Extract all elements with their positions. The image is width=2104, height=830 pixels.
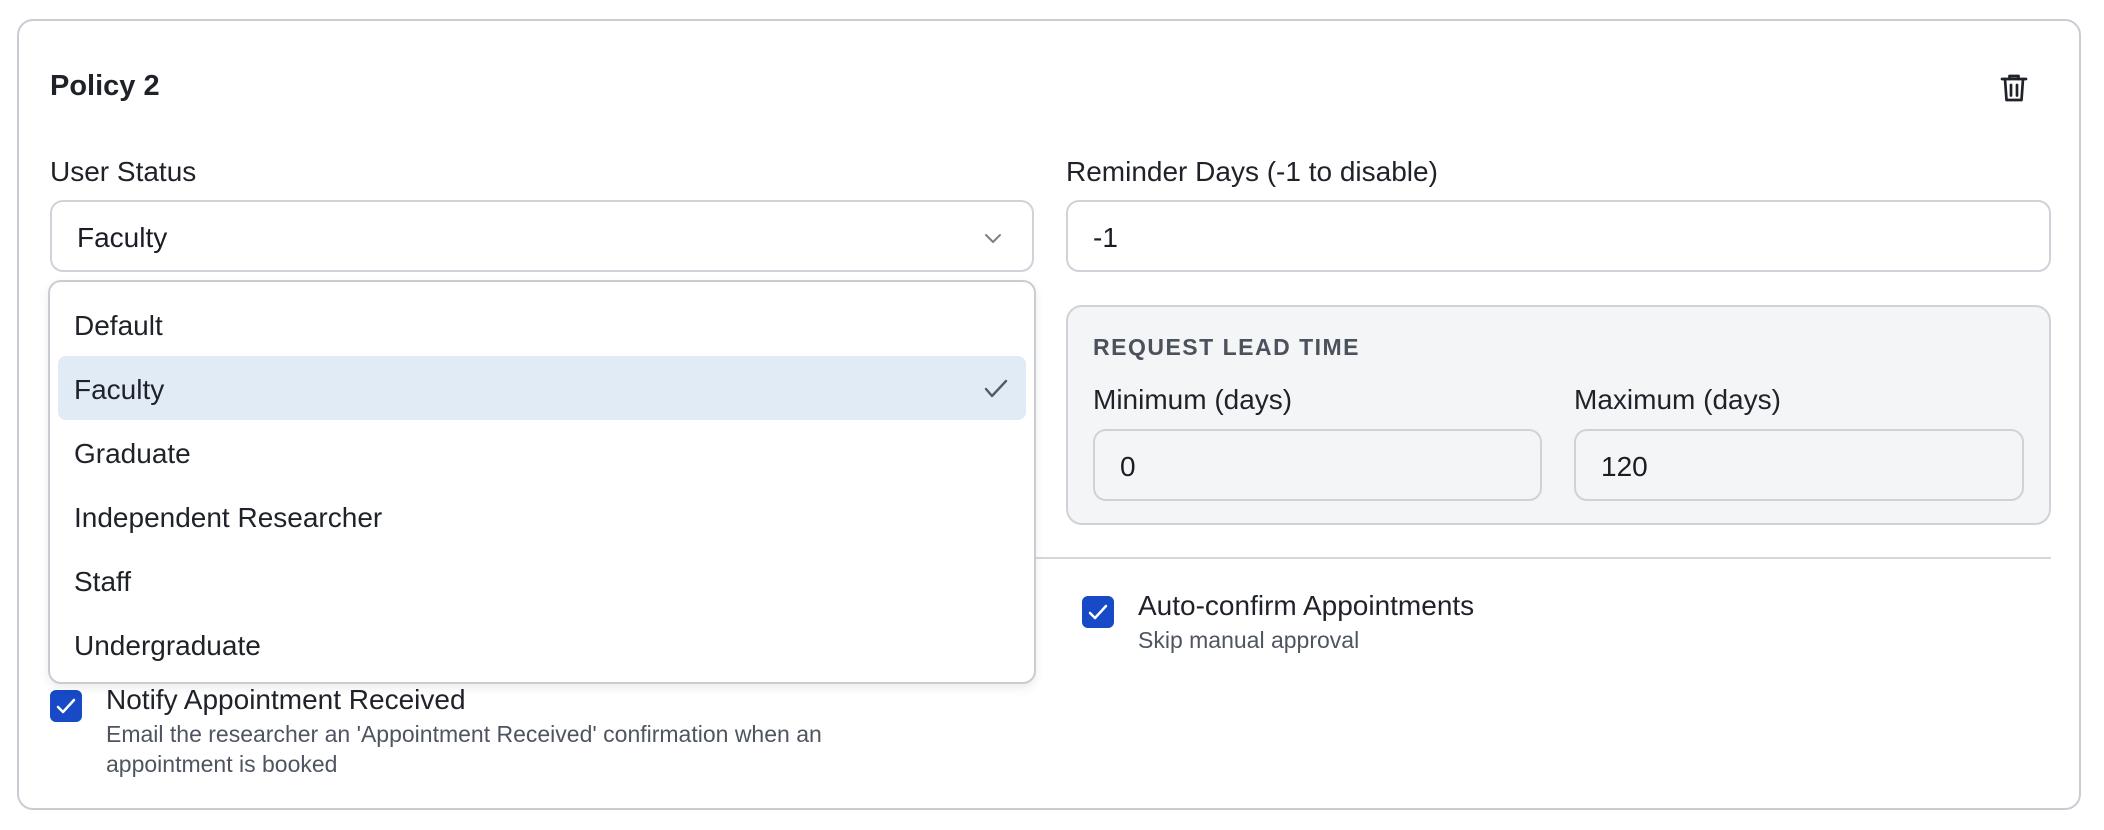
option-default[interactable]: Default (58, 292, 1026, 356)
option-independent-researcher[interactable]: Independent Researcher (58, 484, 1026, 548)
notify-received-checkbox[interactable] (50, 690, 82, 722)
user-status-value: Faculty (77, 222, 168, 253)
minimum-days-label: Minimum (days) (1093, 384, 1293, 415)
maximum-days-label: Maximum (days) (1574, 384, 1781, 415)
option-faculty[interactable]: Faculty (58, 356, 1026, 420)
option-staff[interactable]: Staff (58, 548, 1026, 612)
delete-policy-button[interactable] (1996, 70, 2032, 106)
checkmark-icon (1088, 604, 1108, 620)
maximum-days-value: 120 (1601, 451, 1648, 482)
checkmark-icon (56, 698, 76, 714)
auto-confirm-label: Auto-confirm Appointments (1138, 590, 1475, 621)
notify-received-description-line1: Email the researcher an 'Appointment Rec… (106, 721, 822, 747)
user-status-label: User Status (50, 156, 197, 187)
reminder-days-value: -1 (1093, 222, 1118, 253)
minimum-days-input[interactable]: 0 (1093, 429, 1542, 501)
reminder-days-input[interactable]: -1 (1066, 200, 2051, 272)
request-lead-time-heading: REQUEST LEAD TIME (1093, 334, 1361, 360)
policy-title: Policy 2 (50, 70, 160, 102)
user-status-dropdown: Default Faculty Graduate Independent Res… (48, 280, 1036, 684)
trash-icon (2000, 74, 2028, 102)
minimum-days-value: 0 (1120, 451, 1136, 482)
auto-confirm-description: Skip manual approval (1138, 627, 1360, 653)
option-undergraduate[interactable]: Undergraduate (58, 612, 1026, 676)
auto-confirm-checkbox[interactable] (1082, 596, 1114, 628)
option-graduate[interactable]: Graduate (58, 420, 1026, 484)
reminder-days-label: Reminder Days (-1 to disable) (1066, 156, 1438, 187)
chevron-down-icon (985, 234, 1001, 243)
section-divider (1034, 557, 2051, 559)
user-status-select[interactable]: Faculty (50, 200, 1034, 272)
maximum-days-input[interactable]: 120 (1574, 429, 2024, 501)
notify-received-description-line2: appointment is booked (106, 751, 338, 777)
checkmark-icon (984, 379, 1008, 398)
notify-received-label: Notify Appointment Received (106, 684, 466, 715)
